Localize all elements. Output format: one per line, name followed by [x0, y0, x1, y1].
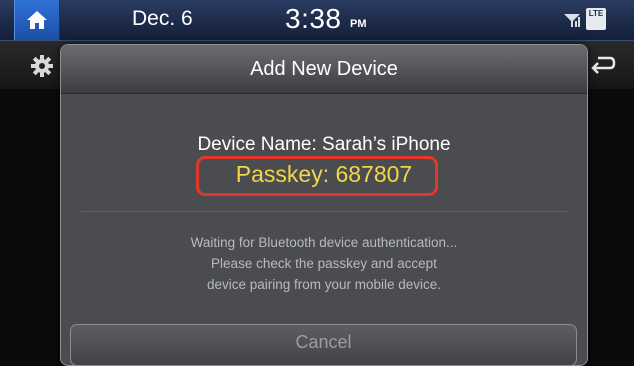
- lte-icon: LTE: [586, 8, 606, 30]
- status-date: Dec. 6: [132, 7, 193, 30]
- dialog-title: Add New Device: [250, 58, 398, 80]
- cancel-button[interactable]: Cancel: [70, 324, 577, 366]
- divider: [81, 211, 567, 212]
- device-name: Device Name: Sarah’s iPhone: [197, 134, 451, 155]
- status-time: 3:38: [285, 3, 342, 34]
- pairing-message: Waiting for Bluetooth device authenticat…: [61, 232, 587, 295]
- status-ampm: PM: [350, 18, 367, 30]
- add-device-dialog: Add New Device Device Name: Sarah’s iPho…: [60, 44, 588, 366]
- message-line: Waiting for Bluetooth device authenticat…: [190, 235, 458, 250]
- status-bar: Dec. 6 3:38 PM LTE: [0, 0, 634, 41]
- home-icon: [27, 11, 47, 29]
- message-line: device pairing from your mobile device.: [206, 277, 442, 292]
- gear-icon[interactable]: [30, 54, 54, 78]
- back-icon[interactable]: [590, 54, 616, 76]
- signal-icon: [564, 14, 580, 27]
- message-line: Please check the passkey and accept: [211, 256, 437, 271]
- lte-label: LTE: [588, 9, 604, 18]
- home-button[interactable]: [14, 0, 60, 40]
- passkey: Passkey: 687807: [235, 161, 413, 187]
